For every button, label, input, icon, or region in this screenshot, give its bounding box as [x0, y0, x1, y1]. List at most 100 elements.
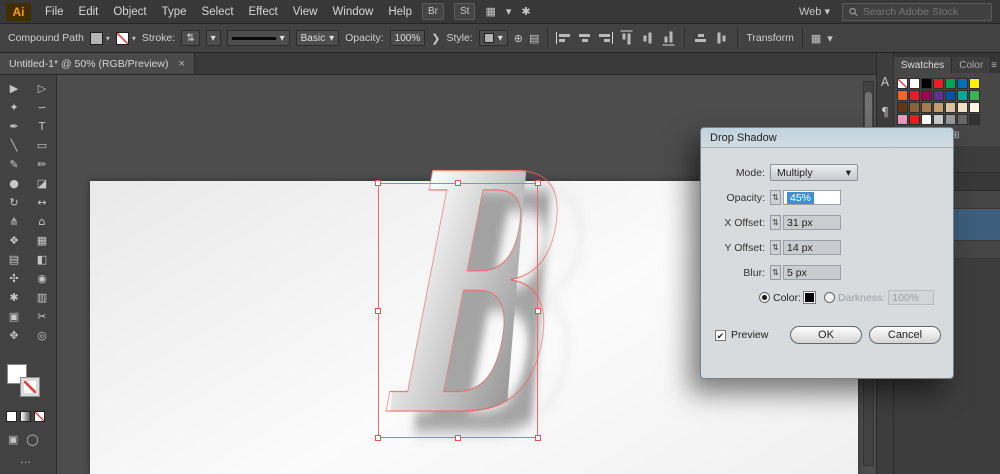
- zoom-tool[interactable]: ◎: [28, 326, 56, 345]
- swatch[interactable]: [908, 102, 920, 113]
- menu-object[interactable]: Object: [113, 6, 146, 18]
- dialog-title[interactable]: Drop Shadow: [701, 128, 953, 148]
- line-segment-tool[interactable]: ╲: [0, 136, 28, 155]
- pencil-tool[interactable]: ✏: [28, 155, 56, 174]
- brush-definition-select[interactable]: Basic ▾: [295, 30, 340, 46]
- swatch[interactable]: [968, 102, 980, 113]
- gradient-button[interactable]: [20, 411, 31, 422]
- paragraph-panel-icon[interactable]: ¶: [881, 105, 889, 119]
- swatch[interactable]: [920, 90, 932, 101]
- shadow-color-swatch[interactable]: [803, 291, 817, 304]
- ok-button[interactable]: OK: [790, 326, 862, 344]
- menu-help[interactable]: Help: [388, 6, 412, 18]
- preferences-icon[interactable]: ▤: [529, 32, 539, 45]
- magic-wand-tool[interactable]: ✦: [0, 98, 28, 117]
- menu-edit[interactable]: Edit: [79, 6, 99, 18]
- align-bottom-icon[interactable]: [662, 30, 675, 46]
- menu-type[interactable]: Type: [162, 6, 187, 18]
- bridge-button[interactable]: Br: [422, 3, 444, 20]
- close-icon[interactable]: ×: [178, 58, 184, 70]
- align-left-icon[interactable]: [556, 32, 571, 44]
- fill-color-chip[interactable]: [89, 31, 103, 45]
- symbol-sprayer-tool[interactable]: ✱: [0, 288, 28, 307]
- y-offset-field[interactable]: 14 px: [783, 240, 841, 255]
- swatch[interactable]: [944, 102, 956, 113]
- brush-stroke-preview[interactable]: ▾: [226, 30, 290, 46]
- rotate-tool[interactable]: ↻: [0, 193, 28, 212]
- swatch[interactable]: [968, 90, 980, 101]
- swatch[interactable]: [920, 102, 932, 113]
- distribute-horizontal-icon[interactable]: [693, 32, 708, 44]
- align-horizontal-center-icon[interactable]: [577, 32, 592, 44]
- menu-view[interactable]: View: [293, 6, 318, 18]
- gradient-tool[interactable]: ◧: [28, 250, 56, 269]
- menu-file[interactable]: File: [45, 6, 64, 18]
- selection-handle[interactable]: [375, 435, 381, 441]
- swatch[interactable]: [932, 90, 944, 101]
- blur-field[interactable]: 5 px: [783, 265, 841, 280]
- draw-behind-icon[interactable]: ◯: [26, 433, 38, 446]
- stroke-swatch[interactable]: [20, 377, 40, 397]
- width-tool[interactable]: ⋔: [0, 212, 28, 231]
- x-offset-field[interactable]: 31 px: [783, 215, 841, 230]
- color-button[interactable]: [6, 411, 17, 422]
- cancel-button[interactable]: Cancel: [869, 326, 941, 344]
- swatch[interactable]: [932, 102, 944, 113]
- swatch[interactable]: [944, 78, 956, 89]
- swatch[interactable]: [956, 90, 968, 101]
- mode-select[interactable]: Multiply ▾: [770, 164, 858, 181]
- shape-builder-tool[interactable]: ❖: [0, 231, 28, 250]
- document-setup-icon[interactable]: ⊕: [514, 32, 523, 45]
- swatch[interactable]: [896, 114, 908, 125]
- align-vertical-center-icon[interactable]: [642, 31, 654, 46]
- swatch[interactable]: [968, 114, 980, 125]
- search-input[interactable]: [862, 5, 985, 18]
- swatch[interactable]: [908, 114, 920, 125]
- selection-handle[interactable]: [535, 435, 541, 441]
- workspace-switcher[interactable]: Web ▾: [799, 5, 830, 18]
- chevron-down-icon[interactable]: ▾: [506, 5, 512, 18]
- align-right-icon[interactable]: [598, 32, 614, 44]
- perspective-grid-tool[interactable]: ▦: [28, 231, 56, 250]
- swatch[interactable]: [896, 102, 908, 113]
- swatch[interactable]: [932, 114, 944, 125]
- eyedropper-tool[interactable]: ✣: [0, 269, 28, 288]
- selection-handle[interactable]: [535, 180, 541, 186]
- tab-swatches[interactable]: Swatches: [893, 57, 953, 73]
- stepper-icon[interactable]: ⇅: [770, 215, 781, 230]
- menu-select[interactable]: Select: [202, 6, 234, 18]
- transform-label[interactable]: Transform: [746, 32, 793, 44]
- stroke-profile-select[interactable]: ▾: [205, 30, 221, 46]
- stepper-icon[interactable]: ⇅: [770, 190, 781, 205]
- opacity-field[interactable]: 100%: [389, 30, 426, 46]
- swatch[interactable]: [956, 114, 968, 125]
- style-select[interactable]: ▾: [478, 30, 508, 46]
- swatch[interactable]: [908, 90, 920, 101]
- swatch[interactable]: [932, 78, 944, 89]
- shape-options-icon[interactable]: ▦: [811, 32, 821, 45]
- blob-brush-tool[interactable]: ●: [0, 174, 28, 193]
- stroke-weight-stepper[interactable]: ⇅: [181, 30, 200, 46]
- chevron-down-icon[interactable]: ▾: [132, 34, 136, 43]
- distribute-vertical-icon[interactable]: [716, 31, 728, 46]
- stock-button[interactable]: St: [454, 3, 476, 20]
- direct-selection-tool[interactable]: ▷: [28, 79, 56, 98]
- lasso-tool[interactable]: ∽: [28, 98, 56, 117]
- mesh-tool[interactable]: ▤: [0, 250, 28, 269]
- rectangle-tool[interactable]: ▭: [28, 136, 56, 155]
- swatch[interactable]: [908, 78, 920, 89]
- swatch[interactable]: [968, 78, 980, 89]
- chevron-down-icon[interactable]: ▾: [827, 32, 833, 45]
- swatch[interactable]: [944, 114, 956, 125]
- panel-menu-icon[interactable]: ≡: [991, 60, 1000, 73]
- swatch-none[interactable]: [896, 78, 908, 89]
- artboard-tool[interactable]: ▣: [0, 307, 28, 326]
- darkness-radio[interactable]: [824, 292, 836, 303]
- swatch[interactable]: [896, 90, 908, 101]
- selection-handle[interactable]: [375, 180, 381, 186]
- swatch[interactable]: [920, 114, 932, 125]
- stepper-icon[interactable]: ⇅: [770, 240, 781, 255]
- swatch[interactable]: [956, 78, 968, 89]
- slice-tool[interactable]: ✂: [28, 307, 56, 326]
- preview-checkbox[interactable]: ✔ Preview: [715, 329, 768, 341]
